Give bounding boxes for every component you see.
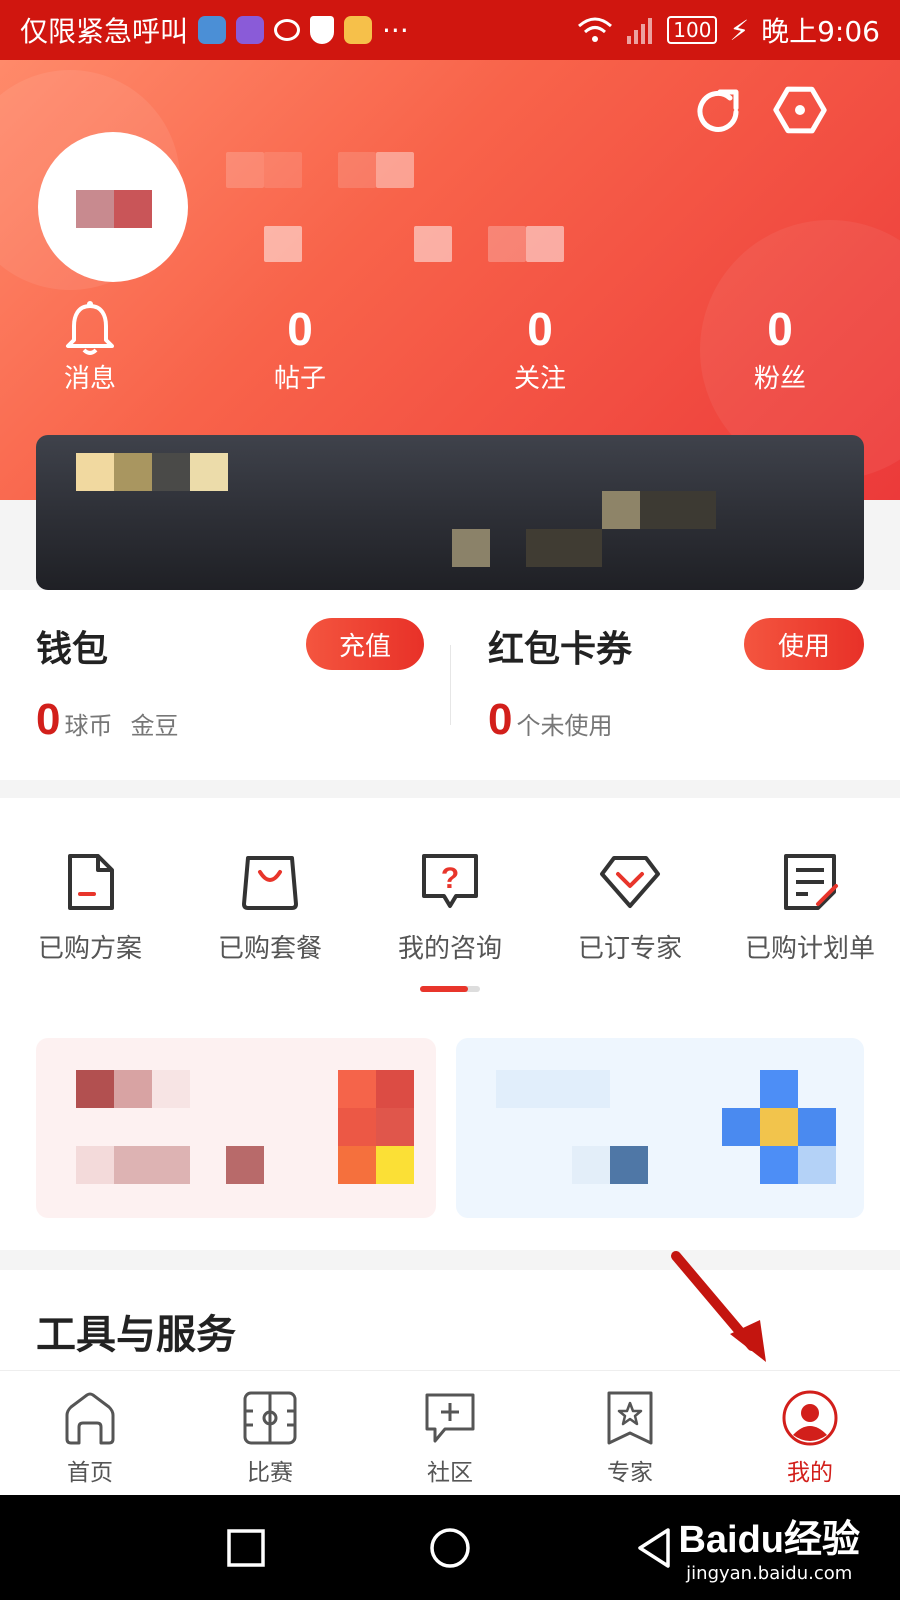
- posts-count: 0: [287, 303, 313, 355]
- battery-indicator: 100: [667, 16, 718, 44]
- bag-icon: [242, 856, 298, 910]
- posts-stat[interactable]: 0 帖子: [180, 300, 420, 395]
- menu-purchased-packages[interactable]: 已购套餐: [180, 850, 360, 965]
- signal-icon: [627, 18, 653, 44]
- tab-label: 首页: [67, 1460, 113, 1486]
- menu-label: 已购计划单: [744, 934, 875, 964]
- home-circle-icon[interactable]: [428, 1526, 472, 1570]
- menu-my-consultations[interactable]: ? 我的咨询: [360, 850, 540, 965]
- bell-icon: [66, 301, 114, 355]
- divider: [450, 645, 451, 725]
- avatar[interactable]: [38, 132, 188, 282]
- vip-banner[interactable]: [36, 435, 864, 590]
- bean-label: 金豆: [130, 712, 179, 740]
- unused-label: 个未使用: [516, 712, 613, 740]
- watermark-url: jingyan.baidu.com: [686, 1563, 853, 1584]
- menu-label: 我的咨询: [397, 934, 502, 964]
- user-icon: [782, 1390, 838, 1446]
- menu-label: 已购套餐: [217, 934, 322, 964]
- recharge-button[interactable]: 充值: [306, 618, 424, 670]
- annotation-arrow-icon: [671, 1251, 766, 1362]
- svg-text:?: ?: [441, 862, 459, 895]
- diamond-check-icon: [600, 856, 660, 908]
- messages-stat[interactable]: 消息: [0, 300, 180, 395]
- more-notifications: ···: [382, 13, 409, 47]
- fans-stat[interactable]: 0 粉丝: [660, 300, 900, 395]
- wallet-column: 钱包 充值 0 球币 金豆: [36, 590, 426, 780]
- shield-app-icon: [198, 16, 227, 44]
- notes-icon: [784, 854, 838, 910]
- menu-section: 已购方案 已购套餐 ? 我的咨询 已订专家 已购计划单: [0, 798, 900, 1250]
- following-label: 关注: [513, 364, 566, 394]
- wallet-title: 钱包: [36, 629, 109, 670]
- profile-header: 消息 0 帖子 0 关注 0 粉丝: [0, 60, 900, 500]
- wechat-icon: [274, 19, 301, 41]
- recents-icon[interactable]: [224, 1526, 268, 1570]
- following-count: 0: [527, 303, 553, 355]
- tab-label: 比赛: [247, 1460, 293, 1486]
- wifi-icon: [578, 17, 613, 42]
- coupon-count: 0: [488, 695, 513, 744]
- tools-title: 工具与服务: [36, 1312, 236, 1358]
- wallet-balance: 0 球币 金豆: [36, 695, 178, 745]
- tab-community[interactable]: 社区: [360, 1371, 540, 1495]
- bottom-tab-bar: 首页 比赛 社区 专家 我的: [0, 1370, 900, 1495]
- document-icon: [68, 854, 114, 910]
- tab-label: 专家: [607, 1460, 653, 1486]
- messages-label: 消息: [63, 364, 116, 394]
- fans-count: 0: [767, 303, 793, 355]
- coupons-title: 红包卡券: [488, 629, 633, 670]
- mijia-app-icon: [344, 16, 373, 44]
- security-icon: [310, 16, 335, 44]
- refresh-share-icon[interactable]: [690, 82, 746, 138]
- profile-stats: 消息 0 帖子 0 关注 0 粉丝: [0, 300, 900, 395]
- use-coupon-button[interactable]: 使用: [744, 618, 864, 670]
- tab-mine[interactable]: 我的: [720, 1371, 900, 1495]
- coupons-column: 红包卡券 使用 0 个未使用: [488, 590, 864, 780]
- following-stat[interactable]: 0 关注: [420, 300, 660, 395]
- settings-icon[interactable]: [772, 82, 828, 138]
- tab-matches[interactable]: 比赛: [180, 1371, 360, 1495]
- menu-subscribed-experts[interactable]: 已订专家: [540, 850, 720, 965]
- menu-scroll-indicator: [420, 986, 480, 992]
- home-icon: [65, 1392, 115, 1445]
- wallet-section: 钱包 充值 0 球币 金豆 红包卡券 使用 0 个未使用: [0, 590, 900, 780]
- menu-row: 已购方案 已购套餐 ? 我的咨询 已订专家 已购计划单: [0, 850, 900, 965]
- back-icon[interactable]: [632, 1526, 676, 1570]
- clock-app-icon: [236, 16, 265, 44]
- wallet-count: 0: [36, 695, 61, 744]
- carrier-text: 仅限紧急呼叫: [20, 15, 189, 48]
- promo-card-left[interactable]: [36, 1038, 436, 1218]
- coin-label: 球币: [64, 712, 113, 740]
- tab-home[interactable]: 首页: [0, 1371, 180, 1495]
- question-bubble-icon: ?: [422, 854, 478, 908]
- tab-label: 社区: [427, 1460, 473, 1486]
- fans-label: 粉丝: [753, 364, 806, 394]
- menu-purchased-plan-lists[interactable]: 已购计划单: [720, 850, 900, 965]
- posts-label: 帖子: [273, 364, 326, 394]
- watermark-brand: Baidu经验: [678, 1519, 860, 1561]
- tab-experts[interactable]: 专家: [540, 1371, 720, 1495]
- menu-label: 已订专家: [577, 934, 682, 964]
- field-icon: [243, 1391, 297, 1445]
- star-bookmark-icon: [607, 1391, 653, 1445]
- chat-plus-icon: [425, 1393, 475, 1443]
- status-bar: 仅限紧急呼叫 ··· 100 ⚡ 晚上9:06: [0, 0, 900, 60]
- coupon-balance: 0 个未使用: [488, 695, 612, 745]
- clock-time: 晚上9:06: [761, 15, 880, 48]
- menu-purchased-plans[interactable]: 已购方案: [0, 850, 180, 965]
- baidu-watermark: Baidu经验 jingyan.baidu.com: [678, 1508, 860, 1584]
- promo-card-right[interactable]: [456, 1038, 864, 1218]
- menu-label: 已购方案: [37, 934, 142, 964]
- tab-label: 我的: [787, 1460, 833, 1486]
- charging-icon: ⚡: [729, 13, 750, 47]
